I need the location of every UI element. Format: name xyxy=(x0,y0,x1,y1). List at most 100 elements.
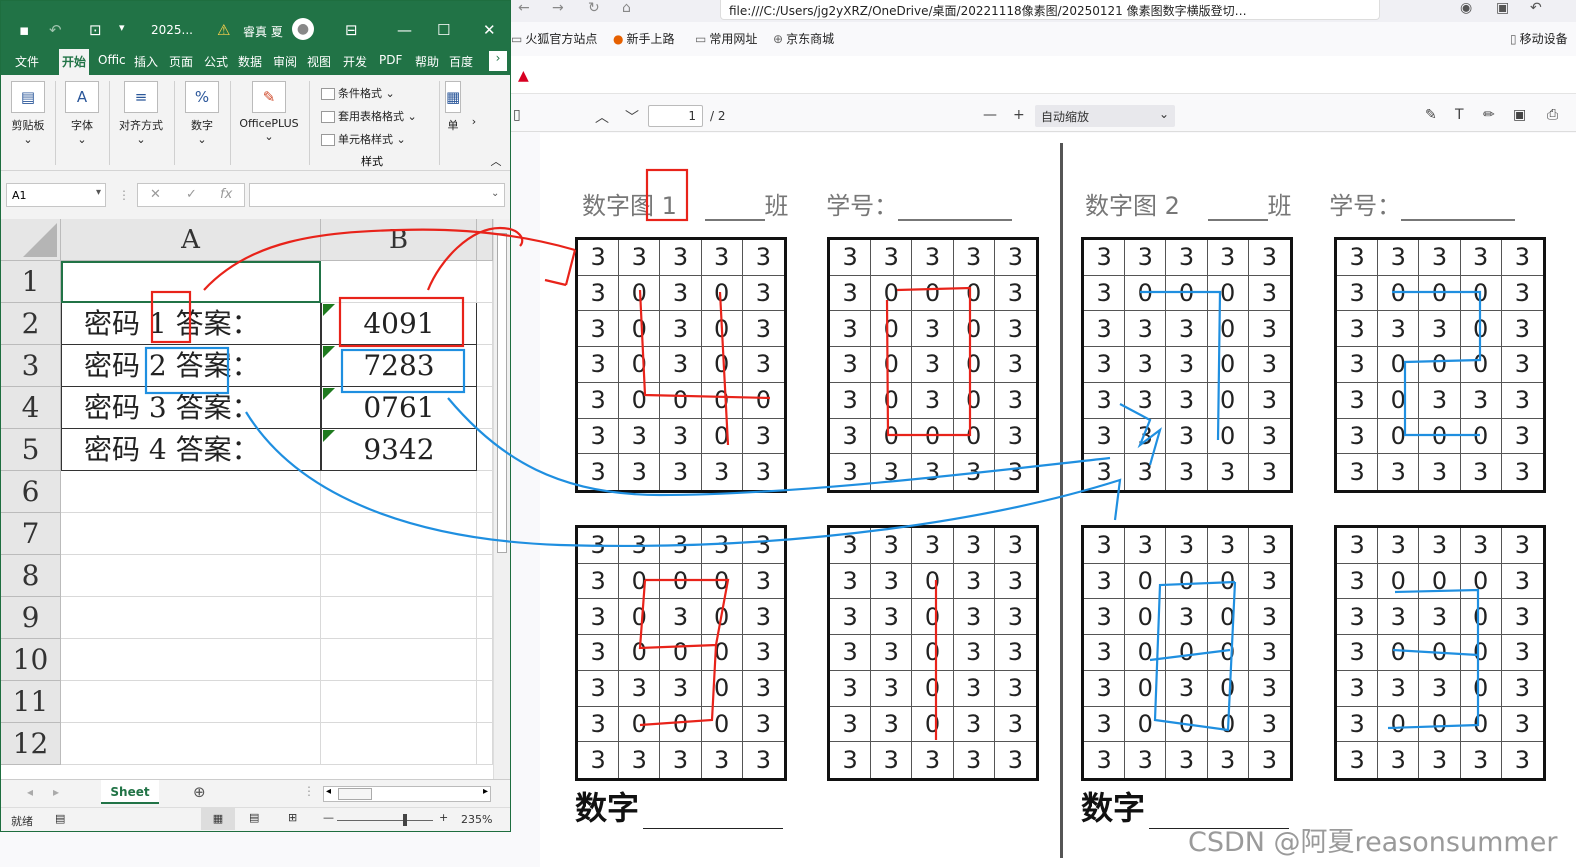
row-header[interactable]: 9 xyxy=(1,597,61,639)
zoom-out-icon[interactable]: — xyxy=(323,811,334,824)
zoom-in-icon[interactable]: + xyxy=(439,811,448,824)
reload-icon[interactable]: ↻ xyxy=(588,0,600,16)
column-header-b[interactable]: B xyxy=(321,219,477,261)
cell-styles-button[interactable]: 单元格样式 ⌄ xyxy=(321,131,406,147)
cell-c1[interactable] xyxy=(477,261,493,303)
accessibility-icon[interactable]: ▤ xyxy=(55,812,65,825)
number-button[interactable]: % 数字 ⌄ xyxy=(178,81,226,146)
page-break-icon[interactable]: ⊞ xyxy=(288,811,297,824)
cell-b11[interactable] xyxy=(321,681,477,723)
zoom-out-icon[interactable]: — xyxy=(983,107,997,123)
cell-b8[interactable] xyxy=(321,555,477,597)
cell-c4[interactable] xyxy=(477,387,493,429)
tab-data[interactable]: 数据 xyxy=(238,53,262,70)
row-header[interactable]: 11 xyxy=(1,681,61,723)
scroll-thumb[interactable] xyxy=(497,233,507,553)
font-button[interactable]: A 字体 ⌄ xyxy=(59,81,105,146)
cell-a2[interactable]: 密码 1 答案： xyxy=(61,303,321,345)
cell-a11[interactable] xyxy=(61,681,321,723)
row-header[interactable]: 2 xyxy=(1,303,61,345)
minimize-icon[interactable]: — xyxy=(397,21,412,39)
cell-b4[interactable]: 0761 xyxy=(321,387,477,429)
cell-c11[interactable] xyxy=(477,681,493,723)
bookmark-newbie[interactable]: ● 新手上路 xyxy=(613,30,675,47)
cell-c12[interactable] xyxy=(477,723,493,765)
row-header[interactable]: 10 xyxy=(1,639,61,681)
row-header[interactable]: 8 xyxy=(1,555,61,597)
cell-b6[interactable] xyxy=(321,471,477,513)
next-page-icon[interactable]: ﹀ xyxy=(625,107,639,127)
page-number-input[interactable]: 1 xyxy=(648,105,703,127)
zoom-select[interactable]: 自动缩放 ⌄ xyxy=(1035,105,1175,127)
name-box[interactable]: A1 ▾ xyxy=(6,183,106,207)
cell-b10[interactable] xyxy=(321,639,477,681)
tab-pdf[interactable]: PDF xyxy=(379,53,402,67)
error-indicator-icon[interactable] xyxy=(323,430,335,442)
error-indicator-icon[interactable] xyxy=(323,346,335,358)
print-preview-icon[interactable]: ⊡ xyxy=(89,21,102,39)
row-header[interactable]: 5 xyxy=(1,429,61,471)
row-header[interactable]: 1 xyxy=(1,261,61,303)
print-icon[interactable]: ⎙ xyxy=(1547,107,1558,123)
expand-formula-icon[interactable]: ⌄ xyxy=(491,188,499,199)
tab-help[interactable]: 帮助 xyxy=(415,53,439,70)
ribbon-scroll-right-icon[interactable]: › xyxy=(489,51,507,71)
home-icon[interactable]: ⌂ xyxy=(622,0,631,16)
horizontal-scrollbar[interactable]: ◂ ▸ xyxy=(323,786,491,802)
add-sheet-icon[interactable]: ⊕ xyxy=(193,783,206,801)
account-icon[interactable]: ◉ xyxy=(1460,0,1472,16)
cell-a7[interactable] xyxy=(61,513,321,555)
normal-view-icon[interactable]: ▦ xyxy=(201,808,235,830)
cell-a10[interactable] xyxy=(61,639,321,681)
qat-more-icon[interactable]: ▾ xyxy=(119,21,125,34)
cell-b7[interactable] xyxy=(321,513,477,555)
cell-a3[interactable]: 密码 2 答案： xyxy=(61,345,321,387)
conditional-format-button[interactable]: 条件格式 ⌄ xyxy=(321,85,395,101)
scroll-thumb[interactable] xyxy=(338,788,372,800)
zoom-slider-thumb[interactable] xyxy=(403,814,407,826)
ribbon-display-icon[interactable]: ⊟ xyxy=(345,21,358,39)
back-icon[interactable]: ← xyxy=(518,0,530,16)
alignment-button[interactable]: ≡ 对齐方式 ⌄ xyxy=(113,81,169,146)
format-as-table-button[interactable]: 套用表格格式 ⌄ xyxy=(321,108,417,124)
cell-b9[interactable] xyxy=(321,597,477,639)
column-header-c[interactable] xyxy=(477,219,493,261)
cell-a9[interactable] xyxy=(61,597,321,639)
bookmark-firefox[interactable]: ▭ 火狐官方站点 xyxy=(511,30,597,47)
row-header[interactable]: 4 xyxy=(1,387,61,429)
zoom-in-icon[interactable]: + xyxy=(1013,107,1025,123)
cell-c10[interactable] xyxy=(477,639,493,681)
next-sheet-icon[interactable]: ▸ xyxy=(53,785,59,799)
function-icon[interactable]: fx xyxy=(220,187,232,202)
extensions-icon[interactable]: ▣ xyxy=(1496,0,1509,16)
bookmark-jd[interactable]: ⊕ 京东商城 xyxy=(773,30,834,47)
tab-office[interactable]: Offic xyxy=(98,53,126,67)
tab-baidu[interactable]: 百度 xyxy=(449,53,473,70)
cells-button[interactable]: ▦ 单 xyxy=(443,81,463,133)
avatar[interactable]: ● xyxy=(292,18,314,40)
page-layout-icon[interactable]: ▤ xyxy=(249,811,259,824)
bookmark-common[interactable]: ▭ 常用网址 xyxy=(695,30,757,47)
tab-view[interactable]: 视图 xyxy=(307,53,331,70)
tab-formulas[interactable]: 公式 xyxy=(204,53,228,70)
row-header[interactable]: 12 xyxy=(1,723,61,765)
cell-a12[interactable] xyxy=(61,723,321,765)
row-header[interactable]: 6 xyxy=(1,471,61,513)
clipboard-button[interactable]: ▤ 剪贴板 ⌄ xyxy=(5,81,51,146)
save-icon[interactable]: ▪ xyxy=(19,21,29,39)
tab-split-icon[interactable]: ⋮ xyxy=(303,784,315,798)
prev-page-icon[interactable]: ︿ xyxy=(595,107,609,127)
highlight-icon[interactable]: ✎ xyxy=(1425,107,1437,123)
cell-c8[interactable] xyxy=(477,555,493,597)
column-header-a[interactable]: A xyxy=(61,219,321,261)
sidebar-toggle-icon[interactable]: ▯ xyxy=(513,107,521,123)
error-indicator-icon[interactable] xyxy=(323,388,335,400)
cell-b12[interactable] xyxy=(321,723,477,765)
undo-icon[interactable]: ↶ xyxy=(49,21,62,39)
cell-b1[interactable] xyxy=(321,261,477,303)
tab-page-layout[interactable]: 页面 xyxy=(169,53,193,70)
cell-c3[interactable] xyxy=(477,345,493,387)
enter-icon[interactable]: ✓ xyxy=(186,187,197,202)
vertical-scrollbar[interactable] xyxy=(493,219,510,779)
tab-home[interactable]: 开始 xyxy=(59,49,90,75)
